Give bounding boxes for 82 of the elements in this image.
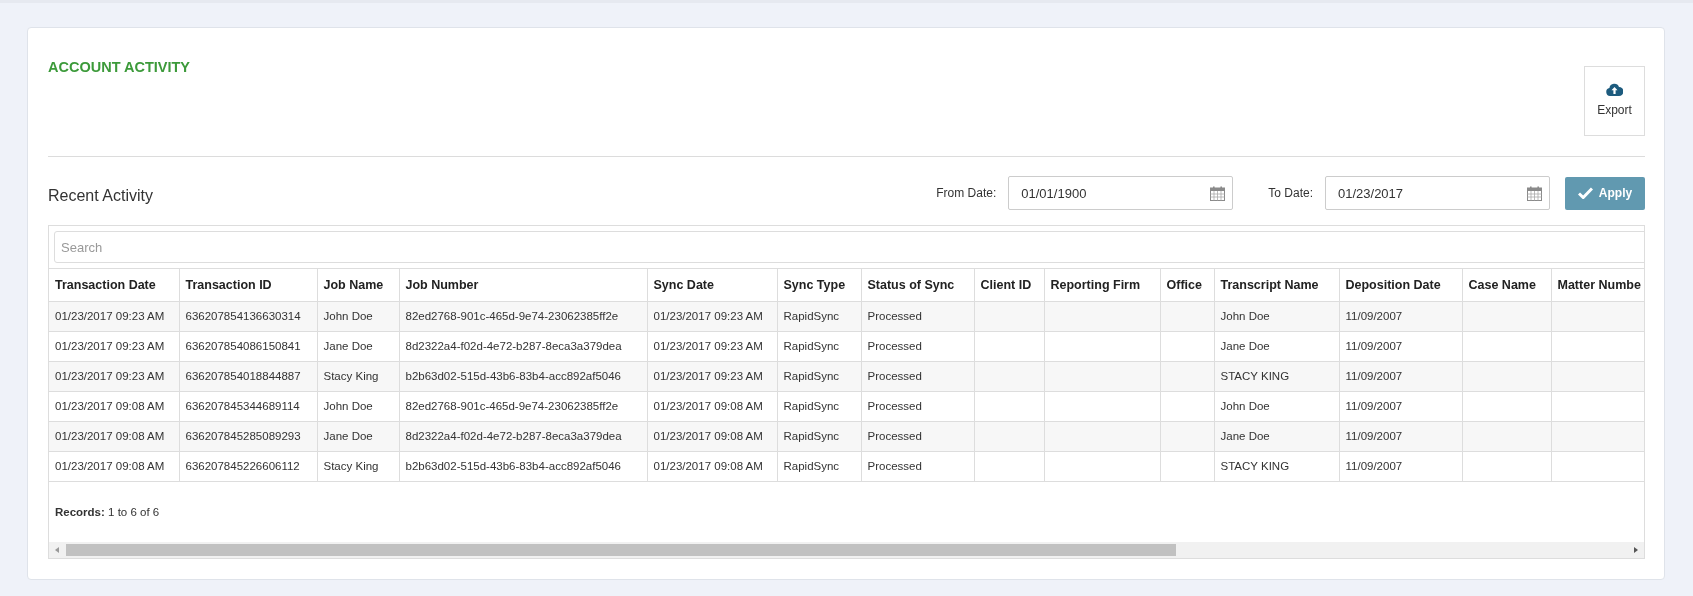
table-cell: 636207845285089293 (179, 421, 317, 452)
column-header[interactable]: Sync Type (777, 268, 861, 302)
table-cell: 01/23/2017 09:23 AM (49, 361, 179, 392)
table-cell: 01/23/2017 09:23 AM (647, 361, 777, 392)
table-cell: 01/23/2017 09:08 AM (647, 451, 777, 482)
table-cell: Jane Doe (317, 331, 399, 362)
table-cell: RapidSync (777, 391, 861, 422)
column-header[interactable]: Job Number (399, 268, 647, 302)
table-cell: 01/23/2017 09:08 AM (647, 391, 777, 422)
date-label: From Date: (936, 185, 997, 202)
table-cell: 636207854136630314 (179, 301, 317, 332)
column-header[interactable]: Sync Date (647, 268, 777, 302)
column-header[interactable]: Job Name (317, 268, 399, 302)
horizontal-scrollbar[interactable] (49, 542, 1644, 558)
page-title: ACCOUNT ACTIVITY (48, 59, 191, 76)
table-cell: RapidSync (777, 361, 861, 392)
column-header[interactable]: Transcript Name (1214, 268, 1339, 302)
table-cell: Processed (861, 421, 974, 452)
search-field[interactable]: Search (54, 231, 1644, 263)
table-cell: Jane Doe (1214, 331, 1339, 362)
column-header[interactable]: Transaction Date (49, 268, 179, 302)
date-field[interactable]: 01/01/1900 (1008, 176, 1234, 210)
table-cell: 636207854018844887 (179, 361, 317, 392)
table-cell: 01/23/2017 09:08 AM (647, 421, 777, 452)
column-header[interactable]: Reporting Firm (1044, 268, 1160, 302)
table-cell: RapidSync (777, 451, 861, 482)
table-cell: 01/23/2017 09:08 AM (49, 421, 179, 452)
column-header[interactable]: Office (1160, 268, 1214, 302)
table-cell: Jane Doe (317, 421, 399, 452)
table-cell: Processed (861, 331, 974, 362)
table-cell: 01/23/2017 09:23 AM (647, 301, 777, 332)
table-cell: 8d2322a4-f02d-4e72-b287-8eca3a379dea (399, 331, 647, 362)
column-header[interactable]: Status of Sync (861, 268, 974, 302)
table-cell: Jane Doe (1214, 421, 1339, 452)
table-cell: John Doe (1214, 391, 1339, 422)
table-cell: RapidSync (777, 301, 861, 332)
table-cell: 01/23/2017 09:08 AM (49, 451, 179, 482)
table-cell: b2b63d02-515d-43b6-83b4-acc892af5046 (399, 361, 647, 392)
table-cell: RapidSync (777, 421, 861, 452)
section-title: Recent Activity (48, 185, 153, 206)
export-button[interactable]: Export (1584, 66, 1645, 136)
column-header[interactable]: Case Name (1462, 268, 1551, 302)
calendar-icon[interactable] (1210, 186, 1226, 201)
table-cell: STACY KING (1214, 361, 1339, 392)
table-cell: 82ed2768-901c-465d-9e74-23062385ff2e (399, 301, 647, 332)
table-cell: 636207845226606112 (179, 451, 317, 482)
table-cell: 82ed2768-901c-465d-9e74-23062385ff2e (399, 391, 647, 422)
calendar-icon[interactable] (1527, 186, 1542, 201)
checkmark-icon (1577, 187, 1593, 199)
table-cell: 11/09/2007 (1339, 421, 1462, 452)
table-cell: Processed (861, 451, 974, 482)
table-cell: Stacy King (317, 361, 399, 392)
table-cell: John Doe (317, 301, 399, 332)
table-cell: 01/23/2017 09:23 AM (49, 331, 179, 362)
table-cell: Stacy King (317, 451, 399, 482)
table-cell: 01/23/2017 09:08 AM (49, 391, 179, 422)
table-cell: John Doe (1214, 301, 1339, 332)
date-field[interactable]: 01/23/2017 (1325, 176, 1550, 210)
table-cell: 01/23/2017 09:23 AM (49, 301, 179, 332)
table-cell: 11/09/2007 (1339, 361, 1462, 392)
table-cell: John Doe (317, 391, 399, 422)
table-cell: 11/09/2007 (1339, 451, 1462, 482)
date-label: To Date: (1268, 185, 1313, 202)
column-header[interactable]: Transaction ID (179, 268, 317, 302)
table-cell: 636207854086150841 (179, 331, 317, 362)
table-cell: 11/09/2007 (1339, 331, 1462, 362)
table-cell: Processed (861, 301, 974, 332)
column-header[interactable]: Client ID (974, 268, 1044, 302)
table-cell: 11/09/2007 (1339, 391, 1462, 422)
table-cell: 01/23/2017 09:23 AM (647, 331, 777, 362)
cloud-upload-icon (1606, 83, 1623, 96)
table-cell: b2b63d02-515d-43b6-83b4-acc892af5046 (399, 451, 647, 482)
table-cell: Processed (861, 361, 974, 392)
table-cell: 636207845344689114 (179, 391, 317, 422)
table-cell: RapidSync (777, 331, 861, 362)
records-count: Records: 1 to 6 of 6 (55, 505, 160, 520)
table-cell: 8d2322a4-f02d-4e72-b287-8eca3a379dea (399, 421, 647, 452)
table-cell: 11/09/2007 (1339, 301, 1462, 332)
column-header[interactable]: Deposition Date (1339, 268, 1462, 302)
table-cell: STACY KING (1214, 451, 1339, 482)
column-header[interactable]: Matter Numbe (1551, 268, 1644, 302)
table-cell: Processed (861, 391, 974, 422)
